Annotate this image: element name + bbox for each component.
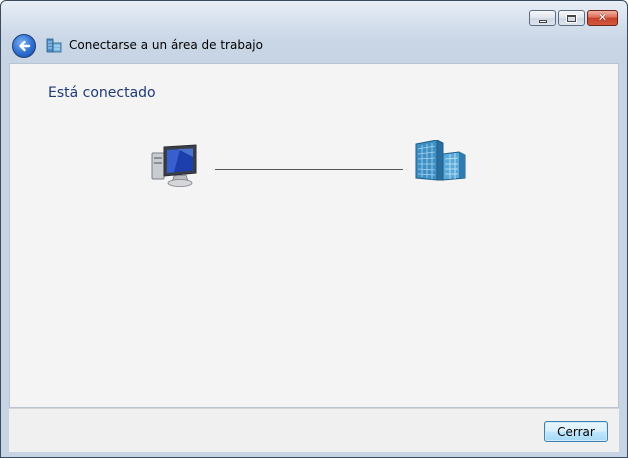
footer-bar: Cerrar <box>9 408 619 452</box>
close-window-button[interactable]: ✕ <box>587 10 618 26</box>
workplace-connection-icon <box>46 38 62 53</box>
close-button[interactable]: Cerrar <box>544 421 608 442</box>
back-arrow-icon <box>19 40 31 52</box>
maximize-icon <box>566 13 577 23</box>
minimize-button[interactable] <box>529 10 556 26</box>
window-title: Conectarse a un área de trabajo <box>69 38 263 52</box>
connection-line <box>215 169 403 170</box>
computer-icon <box>151 144 197 187</box>
minimize-icon <box>538 19 547 23</box>
dialog-window: ✕ Conectarse a un área de trabajo Está c… <box>0 0 628 458</box>
status-heading: Está conectado <box>48 85 156 101</box>
maximize-button[interactable] <box>558 10 585 26</box>
workplace-building-icon <box>415 140 466 181</box>
window-controls: ✕ <box>529 10 618 26</box>
back-button[interactable] <box>12 34 36 58</box>
content-panel: Está conectado <box>9 63 619 408</box>
close-icon: ✕ <box>597 11 608 24</box>
